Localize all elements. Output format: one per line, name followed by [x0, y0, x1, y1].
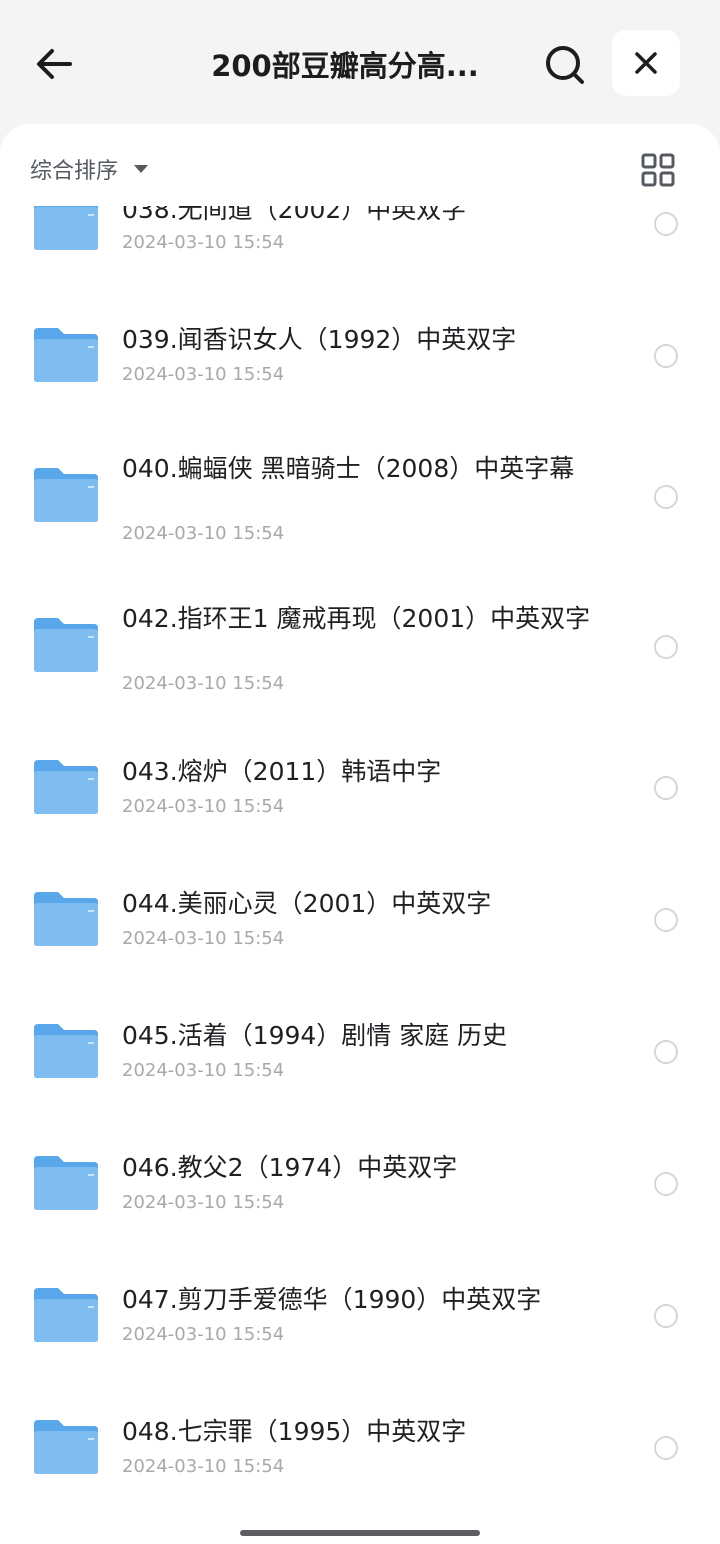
back-button[interactable] [30, 40, 78, 88]
file-name: 043.熔炉（2011）韩语中字 [122, 757, 442, 786]
file-date: 2024-03-10 15:54 [122, 1192, 285, 1213]
sort-dropdown[interactable]: 综合排序 [30, 152, 149, 186]
home-indicator[interactable] [240, 1530, 480, 1536]
list-toolbar: 综合排序 [0, 124, 720, 206]
file-date: 2024-03-10 15:54 [122, 796, 285, 817]
file-name: 046.教父2（1974）中英双字 [122, 1153, 458, 1182]
file-name: 039.闻香识女人（1992）中英双字 [122, 325, 517, 354]
grid-view-icon [641, 153, 675, 187]
select-radio[interactable] [654, 1040, 678, 1064]
file-date: 2024-03-10 15:54 [122, 1060, 285, 1081]
file-date: 2024-03-10 15:54 [122, 928, 285, 949]
select-radio[interactable] [654, 344, 678, 368]
page-title: 200部豆瓣高分高... [211, 49, 479, 83]
folder-icon [34, 892, 98, 946]
file-date: 2024-03-10 15:54 [122, 1324, 285, 1345]
file-name: 042.指环王1 魔戒再现（2001）中英双字 [122, 604, 591, 633]
file-date: 2024-03-10 15:54 [122, 523, 285, 544]
folder-icon [34, 1288, 98, 1342]
select-radio[interactable] [654, 1172, 678, 1196]
select-radio[interactable] [654, 212, 678, 236]
search-button[interactable] [542, 42, 588, 88]
file-name: 047.剪刀手爱德华（1990）中英双字 [122, 1285, 542, 1314]
file-date: 2024-03-10 15:54 [122, 364, 285, 385]
select-radio[interactable] [654, 776, 678, 800]
file-name: 044.美丽心灵（2001）中英双字 [122, 889, 492, 918]
file-date: 2024-03-10 15:54 [122, 673, 285, 694]
select-radio[interactable] [654, 635, 678, 659]
folder-icon [34, 1156, 98, 1210]
close-icon [635, 52, 657, 74]
close-button[interactable] [612, 30, 680, 96]
select-radio[interactable] [654, 1304, 678, 1328]
grid-view-button[interactable] [640, 152, 676, 188]
caret-down-icon [134, 165, 149, 173]
file-date: 2024-03-10 15:54 [122, 232, 285, 253]
file-date: 2024-03-10 15:54 [122, 1456, 285, 1477]
arrow-left-icon [37, 49, 72, 79]
folder-icon [34, 468, 98, 522]
top-bar: 200部豆瓣高分高... [0, 0, 720, 125]
select-radio[interactable] [654, 1436, 678, 1460]
search-icon [546, 46, 584, 84]
file-list-sheet: 038.无间道（2002）中英双字 2024-03-10 15:54 039.闻香识… [0, 124, 720, 1544]
folder-icon [34, 328, 98, 382]
sort-label: 综合排序 [30, 159, 119, 184]
select-radio[interactable] [654, 908, 678, 932]
select-radio[interactable] [654, 485, 678, 509]
folder-icon [34, 618, 98, 672]
folder-icon [34, 1024, 98, 1078]
file-name: 040.蝙蝠侠 黑暗骑士（2008）中英字幕 [122, 454, 575, 483]
folder-icon [34, 1420, 98, 1474]
file-name: 045.活着（1994）剧情 家庭 历史 [122, 1021, 508, 1050]
folder-icon [34, 760, 98, 814]
file-name: 048.七宗罪（1995）中英双字 [122, 1417, 467, 1446]
